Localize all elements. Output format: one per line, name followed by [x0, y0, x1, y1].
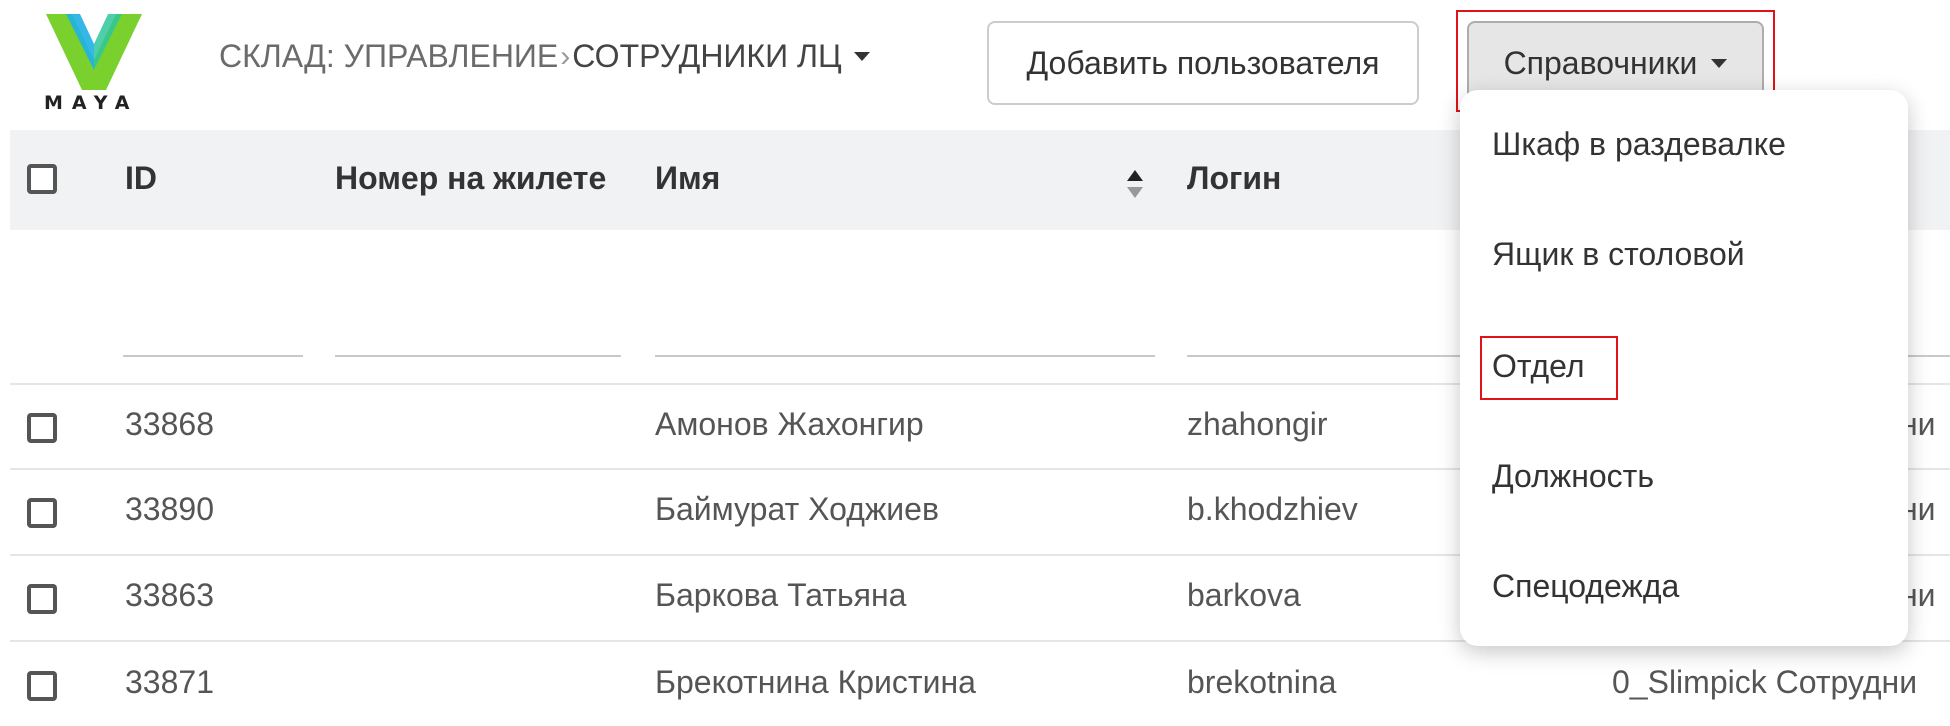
- row-checkbox[interactable]: [27, 584, 57, 614]
- filter-input-id[interactable]: [123, 355, 303, 357]
- select-all-checkbox[interactable]: [27, 164, 57, 194]
- row-id: 33863: [125, 577, 214, 613]
- row-id: 33890: [125, 491, 214, 527]
- breadcrumb: СКЛАД: УПРАВЛЕНИЕ › СОТРУДНИКИ ЛЦ: [219, 38, 870, 75]
- row-name: Баркова Татьяна: [655, 577, 907, 613]
- breadcrumb-separator: ›: [560, 39, 571, 73]
- row-name: Баймурат Ходжиев: [655, 491, 939, 527]
- references-button-label: Справочники: [1503, 44, 1698, 81]
- column-header-login[interactable]: Логин: [1187, 160, 1281, 197]
- sort-icon[interactable]: [1125, 168, 1145, 200]
- menu-item-locker[interactable]: Шкаф в раздевалке: [1492, 126, 1786, 163]
- row-name: Брекотнина Кристина: [655, 664, 976, 700]
- row-department: 0_Slimpick Сотрудни: [1612, 664, 1918, 700]
- row-id: 33868: [125, 406, 214, 442]
- breadcrumb-section[interactable]: СКЛАД: УПРАВЛЕНИЕ: [219, 38, 558, 75]
- row-checkbox[interactable]: [27, 671, 57, 701]
- column-header-vest-number[interactable]: Номер на жилете: [335, 160, 606, 197]
- column-header-name[interactable]: Имя: [655, 160, 720, 197]
- menu-item-position[interactable]: Должность: [1492, 458, 1654, 495]
- chevron-down-icon[interactable]: [853, 52, 870, 61]
- row-login: b.khodzhiev: [1187, 491, 1358, 527]
- logo-text: MAYA: [44, 92, 139, 114]
- department-highlight-box: [1480, 336, 1618, 400]
- row-login: barkova: [1187, 577, 1301, 613]
- filter-input-name[interactable]: [655, 355, 1155, 357]
- menu-item-workwear[interactable]: Спецодежда: [1492, 568, 1679, 605]
- menu-item-canteen-box[interactable]: Ящик в столовой: [1492, 236, 1745, 273]
- add-user-button-label: Добавить пользователя: [1026, 44, 1380, 81]
- row-name: Амонов Жахонгир: [655, 406, 924, 442]
- maya-logo-mark: [46, 14, 142, 90]
- row-login: brekotnina: [1187, 664, 1337, 700]
- column-header-id[interactable]: ID: [125, 160, 157, 197]
- filter-input-vest-number[interactable]: [335, 355, 621, 357]
- row-login: zhahongir: [1187, 406, 1328, 442]
- row-checkbox[interactable]: [27, 413, 57, 443]
- breadcrumb-current[interactable]: СОТРУДНИКИ ЛЦ: [572, 38, 841, 75]
- row-id: 33871: [125, 664, 214, 700]
- add-user-button[interactable]: Добавить пользователя: [987, 21, 1419, 105]
- row-checkbox[interactable]: [27, 498, 57, 528]
- chevron-down-icon: [1711, 58, 1728, 68]
